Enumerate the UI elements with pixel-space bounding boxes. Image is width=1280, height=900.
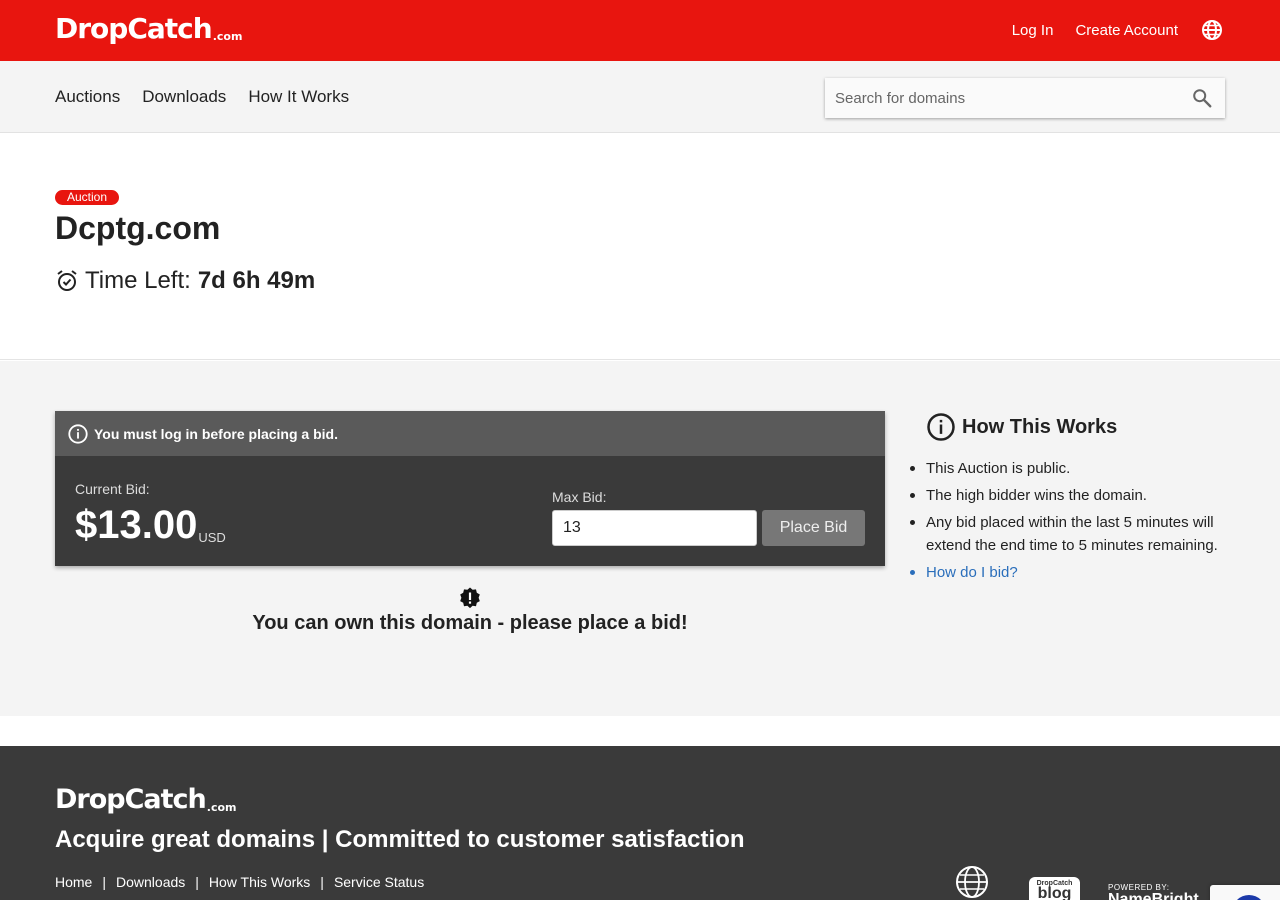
footer: DropCatch .com Acquire great domains | C…	[0, 746, 1280, 900]
main-content: You must log in before placing a bid. Cu…	[0, 361, 1280, 716]
footer-separator: |	[102, 874, 106, 890]
footer-link-service-status[interactable]: Service Status	[334, 874, 424, 890]
powered-by[interactable]: POWERED BY: NameBright	[1108, 883, 1208, 900]
main-nav: Auctions Downloads How It Works	[0, 61, 1280, 133]
list-item: Any bid placed within the last 5 minutes…	[910, 511, 1236, 557]
bid-panel: You must log in before placing a bid. Cu…	[55, 411, 885, 566]
nav-auctions[interactable]: Auctions	[55, 87, 120, 107]
nav-downloads[interactable]: Downloads	[142, 87, 226, 107]
recaptcha-badge[interactable]	[1210, 885, 1280, 900]
max-bid-input[interactable]	[552, 510, 757, 546]
footer-logo[interactable]: DropCatch .com	[55, 784, 237, 816]
nav-links: Auctions Downloads How It Works	[55, 87, 349, 107]
footer-tagline: Acquire great domains | Committed to cus…	[55, 826, 745, 853]
footer-link-downloads[interactable]: Downloads	[116, 874, 185, 890]
logo-tld: .com	[212, 30, 243, 43]
nav-how-it-works[interactable]: How It Works	[248, 87, 349, 107]
place-bid-button[interactable]: Place Bid	[762, 510, 865, 546]
blog-badge[interactable]: DropCatch blog	[1029, 877, 1080, 900]
search-input[interactable]	[825, 78, 1185, 118]
network-globe-icon[interactable]	[955, 865, 989, 899]
info-icon	[68, 423, 88, 444]
top-header: DropCatch .com Log In Create Account	[0, 0, 1280, 61]
list-item: The high bidder wins the domain.	[910, 484, 1236, 507]
footer-link-how-this-works[interactable]: How This Works	[209, 874, 310, 890]
recaptcha-icon	[1232, 895, 1266, 900]
how-this-works-title: How This Works	[926, 411, 1236, 443]
currency-label: USD	[198, 530, 226, 545]
domain-name: Dcptg.com	[55, 210, 221, 246]
alert-badge-icon	[460, 587, 480, 609]
login-alert-text: You must log in before placing a bid.	[94, 425, 338, 442]
how-do-i-bid-link[interactable]: How do I bid?	[910, 561, 1236, 584]
logo-text: DropCatch	[55, 12, 213, 45]
powered-by-name: NameBright	[1108, 891, 1199, 900]
own-domain-message: You can own this domain - please place a…	[55, 586, 885, 635]
how-this-works-heading: How This Works	[962, 415, 1118, 438]
current-bid: $13.00 USD	[75, 501, 226, 549]
how-this-works-list: This Auction is public. The high bidder …	[910, 457, 1236, 584]
domain-header: Auction Dcptg.com Time Left: 7d 6h 49m	[0, 133, 1280, 360]
alarm-clock-icon	[57, 270, 77, 291]
own-domain-text: You can own this domain - please place a…	[252, 612, 688, 634]
max-bid-label: Max Bid:	[552, 489, 607, 505]
current-bid-amount: $13.00	[75, 503, 198, 547]
footer-links: Home | Downloads | How This Works | Serv…	[55, 874, 424, 890]
info-icon	[927, 413, 955, 441]
globe-icon[interactable]	[1200, 18, 1224, 42]
blog-badge-big: blog	[1037, 885, 1072, 900]
how-this-works: How This Works This Auction is public. T…	[910, 411, 1236, 588]
create-account-link[interactable]: Create Account	[1075, 22, 1178, 39]
list-item: This Auction is public.	[910, 457, 1236, 480]
auction-badge: Auction	[55, 190, 120, 205]
footer-logo-text: DropCatch	[55, 784, 207, 815]
login-alert: You must log in before placing a bid.	[55, 411, 885, 456]
time-left: Time Left: 7d 6h 49m	[55, 267, 315, 295]
footer-separator: |	[195, 874, 199, 890]
footer-separator: |	[320, 874, 324, 890]
footer-logo-tld: .com	[206, 801, 237, 814]
login-link[interactable]: Log In	[1012, 22, 1054, 39]
time-left-value: 7d 6h 49m	[197, 267, 316, 294]
account-links: Log In Create Account	[1012, 18, 1224, 42]
time-left-label: Time Left:	[85, 267, 191, 294]
search-icon[interactable]	[1191, 87, 1213, 109]
dropcatch-logo[interactable]: DropCatch .com	[55, 13, 242, 45]
search-box	[825, 78, 1225, 118]
footer-link-home[interactable]: Home	[55, 874, 92, 890]
current-bid-label: Current Bid:	[75, 481, 150, 497]
